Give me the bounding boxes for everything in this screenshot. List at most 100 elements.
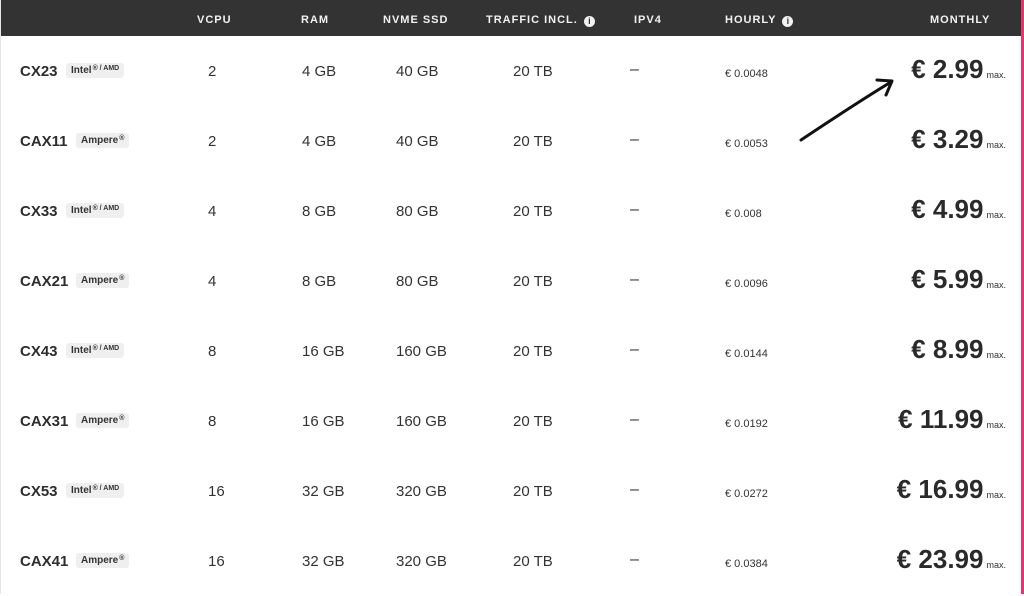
ipv4-value: – [630,341,639,358]
vcpu-value: 4 [208,273,217,290]
monthly-price: € 4.99 [911,194,984,224]
info-icon[interactable]: i [583,16,595,27]
ssd-value: 40 GB [396,63,439,80]
monthly-price-group: € 8.99 max. [911,334,1006,365]
cpu-badge: Intel® / AMD [66,343,125,358]
ram-value: 8 GB [302,203,337,220]
monthly-price: € 8.99 [911,334,984,364]
cpu-suffix: ® / AMD [92,345,120,352]
cpu-label: Ampere [81,415,119,426]
hourly-price: € 0.0144 [725,348,768,360]
table-row: CAX21 Ampere® 4 8 GB 80 GB 20 TB – € 0.0… [1,246,1022,316]
header-hourly: HOURLY i [725,14,794,27]
header-nvme-ssd: NVME SSD [383,14,449,26]
ssd-value: 80 GB [396,203,439,220]
ssd-value: 320 GB [396,553,447,570]
ram-value: 16 GB [302,413,345,430]
ipv4-value: – [630,61,639,78]
vcpu-value: 16 [208,483,225,500]
server-name: CX53 [20,483,58,500]
cpu-suffix: ® [119,415,125,422]
header-vcpu: VCPU [197,14,232,26]
monthly-price-group: € 2.99 max. [911,54,1006,85]
monthly-price-group: € 11.99 max. [898,404,1006,435]
traffic-value: 20 TB [513,63,553,80]
ipv4-value: – [630,271,639,288]
ipv4-value: – [630,201,639,218]
info-icon[interactable]: i [782,16,794,27]
max-label: max. [986,280,1006,290]
monthly-price-group: € 5.99 max. [911,264,1006,295]
table-row: CX43 Intel® / AMD 8 16 GB 160 GB 20 TB –… [1,316,1022,386]
ram-value: 4 GB [302,63,337,80]
ipv4-value: – [630,131,639,148]
ram-value: 32 GB [302,553,345,570]
monthly-price: € 5.99 [911,264,984,294]
cpu-badge: Ampere® [76,133,130,148]
max-label: max. [986,420,1006,430]
cpu-label: Intel [71,205,92,216]
server-name: CAX11 [20,133,68,150]
header-monthly: MONTHLY [930,14,991,26]
table-row: CAX41 Ampere® 16 32 GB 320 GB 20 TB – € … [1,526,1022,596]
server-name: CAX31 [20,413,69,430]
server-name: CX23 [20,63,58,80]
hourly-price: € 0.0053 [725,138,768,150]
cpu-suffix: ® / AMD [92,205,120,212]
monthly-price: € 23.99 [896,544,984,574]
ssd-value: 320 GB [396,483,447,500]
traffic-value: 20 TB [513,553,553,570]
cpu-label: Intel [71,345,92,356]
cpu-suffix: ® / AMD [92,485,120,492]
monthly-price-group: € 4.99 max. [911,194,1006,225]
traffic-value: 20 TB [513,343,553,360]
traffic-value: 20 TB [513,203,553,220]
cpu-label: Intel [71,65,92,76]
ssd-value: 160 GB [396,413,447,430]
traffic-value: 20 TB [513,483,553,500]
hourly-price: € 0.0096 [725,278,768,290]
hourly-price: € 0.0192 [725,418,768,430]
vcpu-value: 2 [208,133,217,150]
ram-value: 8 GB [302,273,337,290]
header-traffic-label: TRAFFIC INCL. [486,14,578,26]
cpu-badge: Intel® / AMD [66,483,125,498]
table-row: CX33 Intel® / AMD 4 8 GB 80 GB 20 TB – €… [1,176,1022,246]
server-name: CAX41 [20,553,69,570]
hourly-price: € 0.0384 [725,558,768,570]
vcpu-value: 8 [208,413,217,430]
vcpu-value: 4 [208,203,217,220]
monthly-price: € 11.99 [898,404,984,434]
server-name: CAX21 [20,273,69,290]
hourly-price: € 0.0048 [725,68,768,80]
hourly-price: € 0.0272 [725,488,768,500]
traffic-value: 20 TB [513,273,553,290]
header-ram: RAM [301,14,330,26]
header-ipv4: IPV4 [634,14,662,26]
vcpu-value: 2 [208,63,217,80]
max-label: max. [986,140,1006,150]
monthly-price: € 16.99 [896,474,984,504]
monthly-price-group: € 23.99 max. [897,544,1006,575]
cpu-suffix: ® [119,275,125,282]
ipv4-value: – [630,481,639,498]
cpu-badge: Intel® / AMD [66,203,125,218]
vcpu-value: 8 [208,343,217,360]
ram-value: 16 GB [302,343,345,360]
table-header: VCPU RAM NVME SSD TRAFFIC INCL. i IPV4 HO… [1,0,1022,36]
cpu-suffix: ® [119,135,125,142]
ssd-value: 80 GB [396,273,439,290]
cpu-suffix: ® [119,555,125,562]
ipv4-value: – [630,411,639,428]
cpu-label: Ampere [81,275,119,286]
cpu-label: Ampere [81,555,119,566]
monthly-price-group: € 3.29 max. [911,124,1006,155]
cpu-badge: Ampere® [76,273,130,288]
ipv4-value: – [630,551,639,568]
header-hourly-label: HOURLY [725,14,777,26]
ram-value: 32 GB [302,483,345,500]
header-traffic: TRAFFIC INCL. i [486,14,595,27]
server-name: CX33 [20,203,58,220]
ram-value: 4 GB [302,133,337,150]
table-row: CAX31 Ampere® 8 16 GB 160 GB 20 TB – € 0… [1,386,1022,456]
